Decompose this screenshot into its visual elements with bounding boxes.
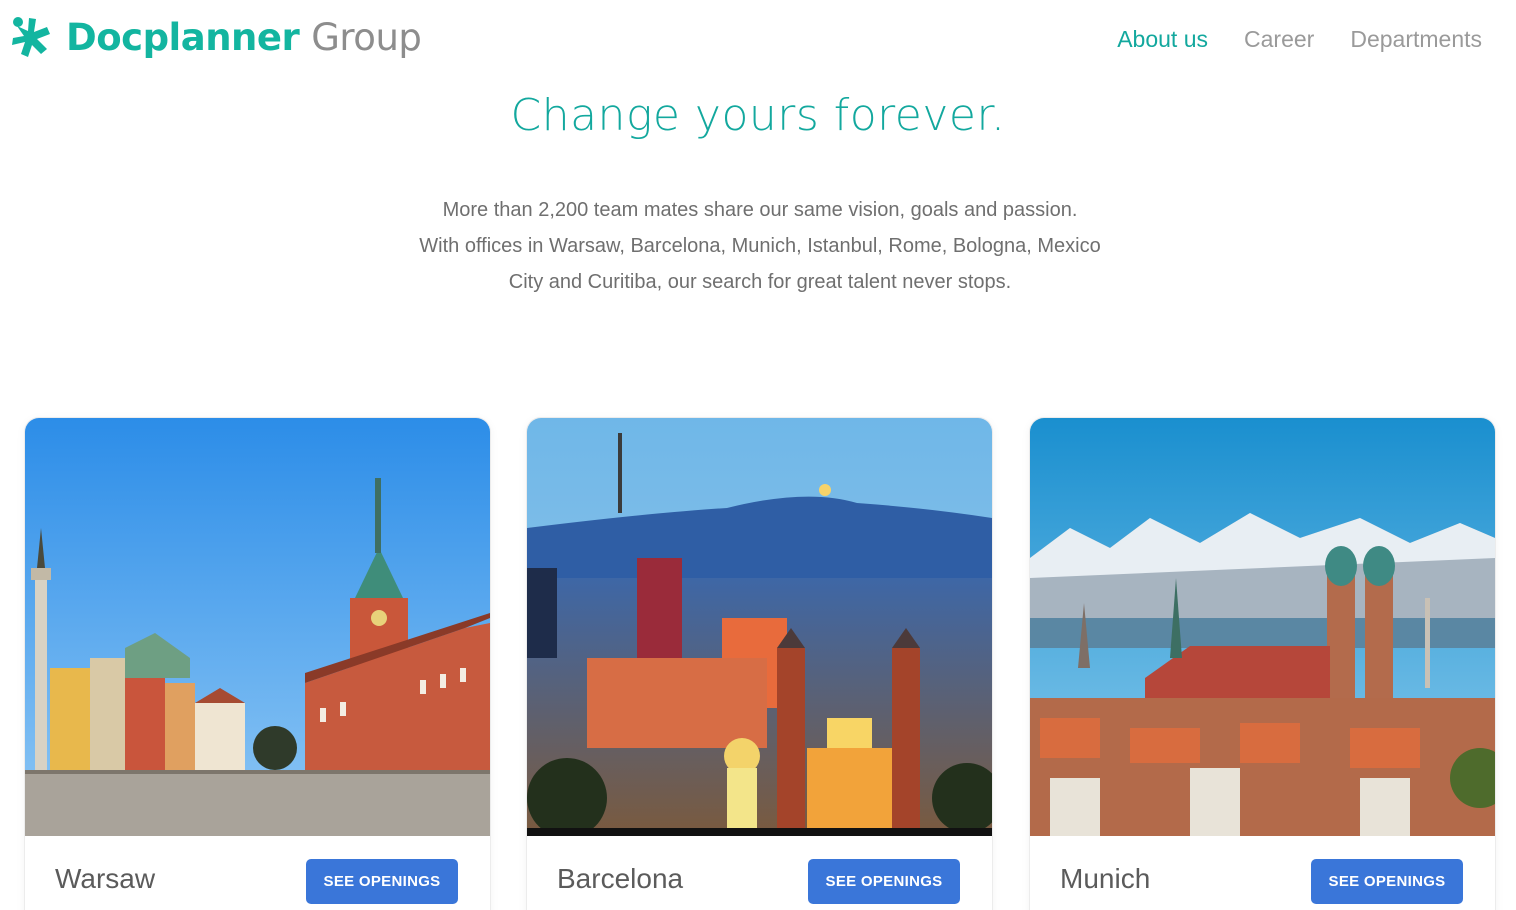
- city-card-munich: Munich SEE OPENINGS: [1030, 418, 1495, 910]
- city-card-warsaw: Warsaw SEE OPENINGS: [25, 418, 490, 910]
- hero-description: More than 2,200 team mates share our sam…: [380, 192, 1140, 300]
- page: Docplanner Group About us Career Departme…: [0, 0, 1516, 910]
- logo-text: Docplanner Group: [66, 15, 422, 59]
- site-header: Docplanner Group About us Career Departme…: [0, 0, 1516, 80]
- hero-line: City and Curitiba, our search for great …: [508, 271, 1012, 293]
- hero-line: More than 2,200 team mates share our sam…: [442, 199, 1078, 221]
- see-openings-button-warsaw[interactable]: SEE OPENINGS: [306, 859, 458, 904]
- nav-departments[interactable]: Departments: [1350, 26, 1482, 53]
- city-name: Barcelona: [557, 863, 684, 894]
- munich-photo: [1030, 418, 1495, 836]
- main-nav: About us Career Departments: [1117, 26, 1482, 53]
- docplanner-logo-icon: [12, 17, 50, 57]
- city-name: Munich: [1060, 863, 1151, 894]
- city-card-barcelona: Barcelona SEE OPENINGS: [527, 418, 992, 910]
- nav-career[interactable]: Career: [1244, 26, 1314, 53]
- see-openings-button-munich[interactable]: SEE OPENINGS: [1311, 859, 1463, 904]
- hero-title: Change yours forever.: [510, 90, 1006, 141]
- city-name: Warsaw: [55, 863, 156, 894]
- warsaw-photo: [25, 418, 490, 836]
- barcelona-photo: [527, 418, 992, 836]
- hero-line: With offices in Warsaw, Barcelona, Munic…: [419, 235, 1101, 257]
- logo-group-text: Group: [311, 15, 422, 59]
- nav-about-us[interactable]: About us: [1117, 26, 1208, 53]
- see-openings-button-barcelona[interactable]: SEE OPENINGS: [808, 859, 960, 904]
- logo-link[interactable]: Docplanner Group: [8, 14, 422, 60]
- logo-brand-text: Docplanner: [66, 15, 300, 59]
